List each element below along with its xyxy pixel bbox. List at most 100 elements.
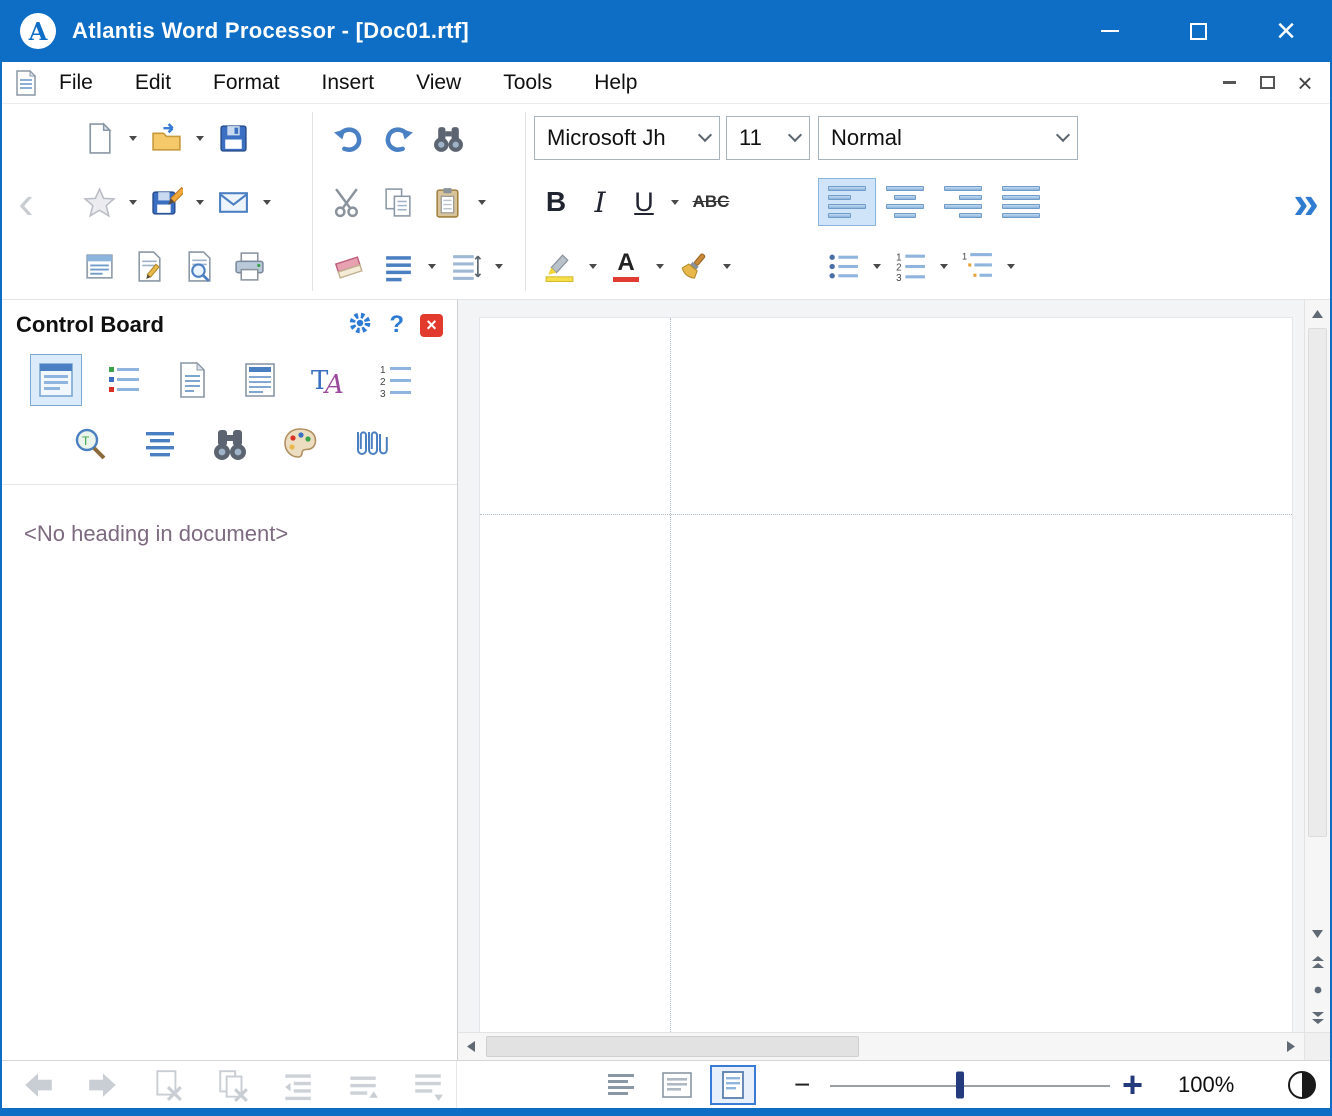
mail-dropdown[interactable] — [258, 178, 275, 226]
bullet-list-button[interactable] — [818, 242, 868, 290]
format-painter-dropdown[interactable] — [718, 242, 735, 290]
delete-all-headings-button[interactable] — [211, 1065, 255, 1105]
font-name-combo[interactable]: Microsoft Jh — [534, 116, 720, 160]
print-button[interactable] — [224, 242, 274, 290]
move-heading-up-button[interactable] — [341, 1065, 385, 1105]
menu-insert[interactable]: Insert — [301, 71, 396, 95]
toolbar-scroll-right-button[interactable]: » — [1282, 104, 1330, 299]
align-right-button[interactable] — [934, 178, 992, 226]
cb-fonts-tab[interactable]: TA — [302, 354, 354, 406]
next-page-button[interactable] — [1305, 1004, 1330, 1032]
cb-document-tab[interactable] — [166, 354, 218, 406]
close-button[interactable]: × — [1242, 0, 1330, 62]
print-preview-button[interactable] — [174, 242, 224, 290]
mdi-minimize-button[interactable] — [1214, 69, 1244, 97]
line-spacing-dropdown[interactable] — [490, 242, 507, 290]
save-as-button[interactable] — [141, 178, 191, 226]
vertical-scrollbar[interactable] — [1304, 300, 1330, 1032]
underline-button[interactable]: U — [622, 179, 666, 225]
cb-zoom-tab[interactable]: T — [64, 418, 116, 470]
strikethrough-button[interactable]: ABC — [683, 179, 739, 225]
edit-document-button[interactable] — [124, 242, 174, 290]
online-view-button[interactable] — [654, 1065, 700, 1105]
bullet-list-dropdown[interactable] — [868, 242, 885, 290]
vertical-scroll-thumb[interactable] — [1308, 328, 1327, 837]
mdi-close-button[interactable]: × — [1290, 69, 1320, 97]
delete-heading-button[interactable] — [146, 1065, 190, 1105]
new-document-dropdown[interactable] — [124, 114, 141, 162]
numbered-list-dropdown[interactable] — [935, 242, 952, 290]
previous-page-button[interactable] — [1305, 948, 1330, 976]
format-painter-button[interactable] — [668, 242, 718, 290]
cb-attachments-tab[interactable] — [344, 418, 396, 470]
control-board-settings-button[interactable] — [347, 310, 373, 341]
control-board-close-button[interactable]: × — [420, 314, 443, 337]
maximize-button[interactable] — [1154, 0, 1242, 62]
mdi-restore-button[interactable] — [1252, 69, 1282, 97]
align-left-button[interactable] — [818, 178, 876, 226]
align-justify-button[interactable] — [992, 178, 1050, 226]
mail-button[interactable] — [208, 178, 258, 226]
copy-button[interactable] — [373, 178, 423, 226]
clipboard-panel-button[interactable] — [74, 242, 124, 290]
vertical-scroll-track[interactable] — [1305, 328, 1330, 920]
minimize-button[interactable] — [1066, 0, 1154, 62]
browse-object-button[interactable] — [1305, 976, 1330, 1004]
menu-tools[interactable]: Tools — [482, 71, 573, 95]
zoom-in-button[interactable]: + — [1122, 1064, 1143, 1106]
italic-button[interactable]: I — [578, 179, 622, 225]
undo-button[interactable] — [323, 114, 373, 162]
redo-button[interactable] — [373, 114, 423, 162]
horizontal-scroll-thumb[interactable] — [486, 1036, 859, 1057]
page-layout-view-button[interactable] — [710, 1065, 756, 1105]
save-as-dropdown[interactable] — [191, 178, 208, 226]
cb-headings-tab[interactable] — [30, 354, 82, 406]
menu-view[interactable]: View — [395, 71, 482, 95]
highlight-dropdown[interactable] — [584, 242, 601, 290]
cb-paragraph-tab[interactable] — [134, 418, 186, 470]
cb-sections-tab[interactable] — [234, 354, 286, 406]
highlight-button[interactable] — [534, 242, 584, 290]
zoom-out-button[interactable]: − — [794, 1069, 810, 1101]
cb-styles-tab[interactable] — [98, 354, 150, 406]
menu-help[interactable]: Help — [573, 71, 658, 95]
cut-button[interactable] — [323, 178, 373, 226]
show-paragraph-marks-button[interactable] — [373, 242, 423, 290]
draft-view-button[interactable] — [598, 1065, 644, 1105]
align-center-button[interactable] — [876, 178, 934, 226]
scroll-left-button[interactable] — [458, 1033, 484, 1060]
toolbar-scroll-left-button[interactable]: ‹ — [2, 104, 50, 299]
new-document-button[interactable] — [74, 114, 124, 162]
horizontal-scroll-track[interactable] — [484, 1033, 1278, 1060]
history-forward-button[interactable] — [81, 1065, 125, 1105]
save-button[interactable] — [208, 114, 258, 162]
favorites-dropdown[interactable] — [124, 178, 141, 226]
document-system-icon[interactable] — [14, 70, 38, 96]
menu-file[interactable]: File — [38, 71, 114, 95]
paste-dropdown[interactable] — [473, 178, 490, 226]
open-document-button[interactable] — [141, 114, 191, 162]
move-heading-down-button[interactable] — [406, 1065, 450, 1105]
zoom-slider-thumb[interactable] — [956, 1071, 964, 1098]
cb-colors-tab[interactable] — [274, 418, 326, 470]
find-button[interactable] — [423, 114, 473, 162]
paragraph-marks-dropdown[interactable] — [423, 242, 440, 290]
multilevel-list-button[interactable]: 1 — [952, 242, 1002, 290]
document-page[interactable] — [480, 318, 1292, 1032]
underline-dropdown[interactable] — [666, 178, 683, 226]
erase-formatting-button[interactable] — [323, 242, 373, 290]
zoom-slider-track[interactable] — [830, 1085, 1110, 1087]
multilevel-list-dropdown[interactable] — [1002, 242, 1019, 290]
scroll-down-button[interactable] — [1305, 920, 1330, 948]
menu-edit[interactable]: Edit — [114, 71, 192, 95]
style-combo[interactable]: Normal — [818, 116, 1078, 160]
favorites-button[interactable] — [74, 178, 124, 226]
cb-find-tab[interactable] — [204, 418, 256, 470]
numbered-list-button[interactable]: 123 — [885, 242, 935, 290]
font-color-dropdown[interactable] — [651, 242, 668, 290]
history-back-button[interactable] — [16, 1065, 60, 1105]
open-document-dropdown[interactable] — [191, 114, 208, 162]
paste-button[interactable] — [423, 178, 473, 226]
scroll-up-button[interactable] — [1305, 300, 1330, 328]
promote-heading-button[interactable] — [276, 1065, 320, 1105]
